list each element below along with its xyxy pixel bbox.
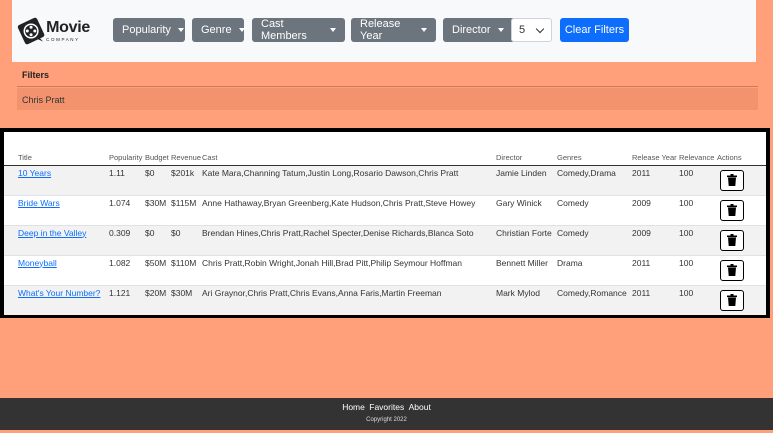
genres-cell: Comedy	[557, 224, 632, 255]
col-header-cast[interactable]: Cast	[202, 132, 496, 166]
movie-title-link[interactable]: Moneyball	[18, 258, 57, 268]
movie-title-link[interactable]: 10 Years	[18, 168, 51, 178]
release-year-dropdown[interactable]: Release Year	[351, 18, 436, 42]
relevance-cell: 100	[679, 194, 717, 225]
popularity-cell: 1.11	[109, 164, 145, 195]
genre-dropdown[interactable]: Genre	[192, 18, 245, 42]
caret-down-icon	[421, 28, 427, 32]
relevance-cell: 100	[679, 254, 717, 285]
director-cell: Bennett Miller	[496, 254, 557, 285]
release-year-cell: 2009	[632, 194, 679, 225]
table-header-row: Title Popularity Budget Revenue Cast Dir…	[4, 132, 766, 166]
director-cell: Gary Winick	[496, 194, 557, 225]
release-year-cell: 2011	[632, 164, 679, 195]
results-table: Title Popularity Budget Revenue Cast Dir…	[4, 132, 766, 315]
relevance-cell: 100	[679, 164, 717, 195]
footer-link-favorites[interactable]: Favorites	[369, 402, 404, 412]
budget-cell: $50M	[145, 254, 171, 285]
col-header-director[interactable]: Director	[496, 132, 557, 166]
movie-title-link[interactable]: Deep in the Valley	[18, 228, 86, 238]
revenue-cell: $115M	[171, 194, 202, 225]
col-header-relevance[interactable]: Relevance	[679, 132, 717, 166]
top-navbar: Movie COMPANY Popularity Genre Cast Memb…	[12, 0, 756, 62]
filters-heading: Filters	[17, 62, 758, 87]
brand-logo[interactable]: Movie COMPANY	[16, 8, 90, 54]
popularity-cell: 0.309	[109, 224, 145, 255]
caret-down-icon	[238, 28, 245, 32]
delete-button[interactable]	[720, 169, 744, 191]
release-year-cell: 2011	[632, 254, 679, 285]
cast-cell: Chris Pratt,Robin Wright,Jonah Hill,Brad…	[202, 254, 496, 285]
movie-title-link[interactable]: Bride Wars	[18, 198, 60, 208]
col-header-actions: Actions	[717, 132, 766, 166]
director-cell: Jamie Linden	[496, 164, 557, 195]
brand-name: Movie	[46, 18, 90, 36]
cast-cell: Kate Mara,Channing Tatum,Justin Long,Ros…	[202, 164, 496, 195]
film-reel-icon	[17, 17, 45, 45]
revenue-cell: $110M	[171, 254, 202, 285]
genres-cell: Comedy,Drama	[557, 164, 632, 195]
table-row: 10 Years 1.11 $0 $201k Kate Mara,Channing Ta…	[4, 164, 766, 195]
director-dropdown[interactable]: Director	[443, 18, 515, 42]
caret-down-icon	[177, 28, 184, 32]
table-row: Moneyball 1.082 $50M $110M Chris Pratt,Robin…	[4, 254, 766, 285]
trash-icon	[727, 174, 737, 186]
popularity-cell: 1.074	[109, 194, 145, 225]
trash-icon	[727, 264, 737, 276]
page-footer: Home Favorites About Copyright 2022	[0, 398, 773, 430]
page-size-select[interactable]: 5	[511, 18, 552, 42]
budget-cell: $30M	[145, 194, 171, 225]
movie-title-link[interactable]: What's Your Number?	[18, 288, 100, 298]
cast-cell: Ari Graynor,Chris Pratt,Chris Evans,Anna…	[202, 284, 496, 315]
active-filter-chip[interactable]: Chris Pratt	[17, 88, 758, 110]
genres-cell: Comedy	[557, 194, 632, 225]
director-cell: Mark Mylod	[496, 284, 557, 315]
revenue-cell: $30M	[171, 284, 202, 315]
delete-button[interactable]	[720, 289, 744, 311]
col-header-budget[interactable]: Budget	[145, 132, 171, 166]
col-header-genres[interactable]: Genres	[557, 132, 632, 166]
delete-button[interactable]	[720, 199, 744, 221]
caret-down-icon	[497, 28, 504, 32]
release-year-cell: 2011	[632, 284, 679, 315]
trash-icon	[727, 204, 737, 216]
relevance-cell: 100	[679, 224, 717, 255]
revenue-cell: $201k	[171, 164, 202, 195]
popularity-dropdown[interactable]: Popularity	[113, 18, 185, 42]
caret-down-icon	[330, 28, 336, 32]
popularity-cell: 1.082	[109, 254, 145, 285]
delete-button[interactable]	[720, 229, 744, 251]
relevance-cell: 100	[679, 284, 717, 315]
trash-icon	[727, 294, 737, 306]
director-cell: Christian Forte	[496, 224, 557, 255]
table-row: Bride Wars 1.074 $30M $115M Anne Hathaway,Br…	[4, 194, 766, 225]
clear-filters-button[interactable]: Clear Filters	[560, 18, 629, 42]
budget-cell: $0	[145, 164, 171, 195]
cast-cell: Anne Hathaway,Bryan Greenberg,Kate Hudso…	[202, 194, 496, 225]
brand-subtitle: COMPANY	[46, 36, 80, 42]
copyright-text: Copyright 2022	[366, 417, 407, 423]
col-header-title[interactable]: Title	[4, 132, 109, 166]
delete-button[interactable]	[720, 259, 744, 281]
footer-link-home[interactable]: Home	[342, 402, 365, 412]
popularity-cell: 1.121	[109, 284, 145, 315]
footer-link-about[interactable]: About	[409, 402, 431, 412]
footer-nav: Home Favorites About	[0, 398, 773, 412]
table-row: Deep in the Valley 0.309 $0 $0 Brendan Hines…	[4, 224, 766, 255]
results-table-container: Title Popularity Budget Revenue Cast Dir…	[0, 128, 770, 318]
budget-cell: $0	[145, 224, 171, 255]
col-header-revenue[interactable]: Revenue	[171, 132, 202, 166]
genres-cell: Comedy,Romance	[557, 284, 632, 315]
budget-cell: $20M	[145, 284, 171, 315]
col-header-release-year[interactable]: Release Year	[632, 132, 679, 166]
cast-members-dropdown[interactable]: Cast Members	[252, 18, 345, 42]
chevron-down-icon	[535, 24, 545, 34]
release-year-cell: 2009	[632, 224, 679, 255]
genres-cell: Drama	[557, 254, 632, 285]
table-row: What's Your Number? 1.121 $20M $30M Ari Gray…	[4, 284, 766, 315]
col-header-popularity[interactable]: Popularity	[109, 132, 145, 166]
cast-cell: Brendan Hines,Chris Pratt,Rachel Specter…	[202, 224, 496, 255]
revenue-cell: $0	[171, 224, 202, 255]
trash-icon	[727, 234, 737, 246]
